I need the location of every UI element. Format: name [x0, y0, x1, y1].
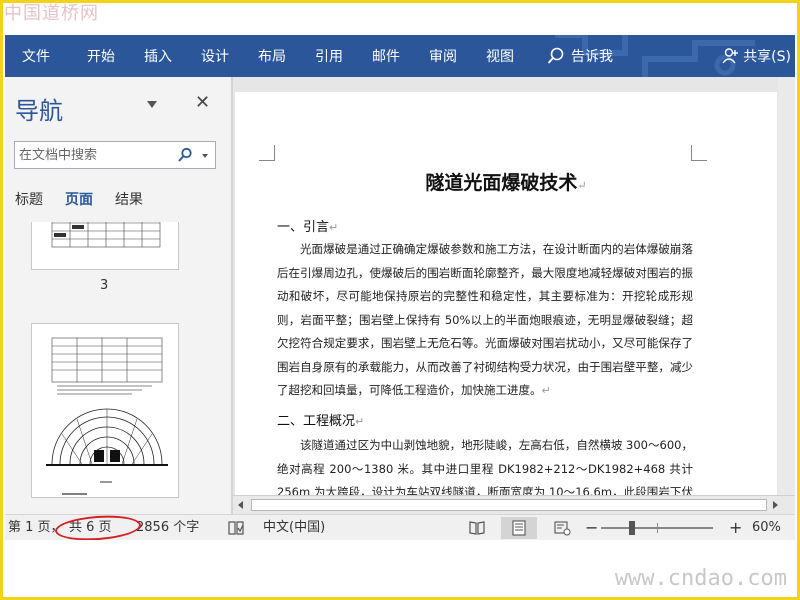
watermark-top: 中国道桥网 [4, 3, 99, 24]
tab-home[interactable]: 开始 [87, 35, 115, 77]
crop-mark-top-left [259, 145, 275, 161]
section-heading-intro: 一、引言↵ [277, 216, 338, 235]
watermark-bottom: www.cndao.com [614, 566, 787, 591]
read-mode-icon[interactable] [468, 520, 486, 536]
footer-area: www.cndao.com [5, 540, 795, 597]
vertical-scrollbar[interactable] [778, 77, 795, 495]
document-area: 隧道光面爆破技术↵ 一、引言↵ 光面爆破是通过正确确定爆破参数和施工方法，在设计… [233, 77, 795, 514]
share-button[interactable]: 共享(S) [721, 35, 791, 77]
paragraph-mark: ↵ [329, 221, 339, 234]
word-count[interactable]: 2856 个字 [136, 515, 199, 541]
tab-review[interactable]: 审阅 [429, 35, 457, 77]
ribbon-tab-bar: 文件 开始 插入 设计 布局 引用 邮件 审阅 视图 告诉我 共享(S) [5, 35, 795, 77]
document-page[interactable]: 隧道光面爆破技术↵ 一、引言↵ 光面爆破是通过正确确定爆破参数和施工方法，在设计… [235, 92, 777, 495]
paragraph-text: 光面爆破是通过正确确定爆破参数和施工方法，在设计断面内的岩体爆破崩落后在引爆周边… [277, 242, 693, 397]
nav-options-chevron-down-icon[interactable] [147, 101, 157, 108]
paragraph-mark: ↵ [541, 384, 551, 397]
section-paragraph-overview: 该隧道通过区为中山剥蚀地貌，地形陡峻，左高右低，自然横坡 300～600，绝对高… [277, 438, 693, 495]
thumbnail-table-preview [51, 222, 161, 248]
nav-search-input[interactable] [19, 145, 169, 165]
tab-view[interactable]: 视图 [486, 35, 514, 77]
horizontal-scroll-thumb[interactable] [251, 499, 767, 511]
scroll-left-arrow-icon[interactable] [238, 501, 243, 509]
paragraph-mark: ↵ [355, 415, 365, 428]
page-indicator[interactable]: 第 1 页， [8, 515, 64, 541]
nav-title: 导航 [15, 97, 63, 125]
section-paragraph-intro: 光面爆破是通过正确确定爆破参数和施工方法，在设计断面内的岩体爆破崩落后在引爆周边… [277, 238, 693, 403]
section-heading-overview: 二、工程概况↵ [277, 410, 364, 429]
horizontal-scrollbar[interactable] [233, 495, 795, 514]
document-title: 隧道光面爆破技术↵ [235, 168, 777, 195]
tab-mailings[interactable]: 邮件 [372, 35, 400, 77]
scroll-right-arrow-icon[interactable] [773, 501, 778, 509]
tell-me-label: 告诉我 [571, 49, 613, 65]
nav-search-box [14, 141, 216, 169]
total-pages[interactable]: 共 6 页 [69, 515, 112, 541]
tab-file[interactable]: 文件 [22, 35, 50, 77]
web-layout-icon[interactable] [553, 520, 571, 536]
status-bar: 第 1 页， 共 6 页 2856 个字 中文(中国) − + 60% [5, 513, 795, 543]
page-thumbnail-list: 3 [5, 222, 231, 514]
nav-tab-results[interactable]: 结果 [115, 189, 143, 209]
search-icon[interactable] [177, 147, 193, 163]
paragraph-mark: ↵ [577, 179, 587, 192]
tell-me-box[interactable]: 告诉我 [547, 35, 613, 77]
tab-references[interactable]: 引用 [315, 35, 343, 77]
language-indicator[interactable]: 中文(中国) [263, 515, 325, 541]
print-layout-icon[interactable] [510, 520, 528, 536]
page-thumbnail-3[interactable] [31, 222, 179, 270]
page-thumbnail-4[interactable] [31, 323, 179, 498]
zoom-slider-knob[interactable] [629, 521, 636, 535]
navigation-pane: 导航 ✕ 标题 页面 结果 3 [5, 77, 231, 514]
proofing-book-icon[interactable] [227, 520, 245, 536]
person-add-icon [722, 48, 739, 64]
document-title-text: 隧道光面爆破技术 [425, 172, 578, 194]
nav-close-icon[interactable]: ✕ [195, 93, 210, 113]
nav-tab-pages[interactable]: 页面 [65, 189, 93, 209]
share-label: 共享(S) [743, 49, 791, 65]
thumbnail-page-number: 3 [100, 278, 109, 293]
zoom-slider-center-tick [657, 523, 658, 533]
lightbulb-search-icon [547, 47, 564, 64]
nav-tab-headings[interactable]: 标题 [15, 189, 43, 209]
zoom-out-button[interactable]: − [585, 515, 598, 541]
thumbnail-blast-diagram-preview [46, 337, 168, 495]
tab-layout[interactable]: 布局 [258, 35, 286, 77]
section-heading-text: 一、引言 [277, 220, 330, 235]
crop-mark-top-right [691, 145, 707, 161]
zoom-in-button[interactable]: + [729, 515, 742, 541]
section-heading-text: 二、工程概况 [277, 414, 356, 429]
zoom-level[interactable]: 60% [752, 515, 781, 541]
nav-tab-list: 标题 页面 结果 [15, 189, 143, 209]
tab-insert[interactable]: 插入 [144, 35, 172, 77]
tab-design[interactable]: 设计 [201, 35, 229, 77]
search-options-chevron-down-icon[interactable] [202, 154, 208, 158]
